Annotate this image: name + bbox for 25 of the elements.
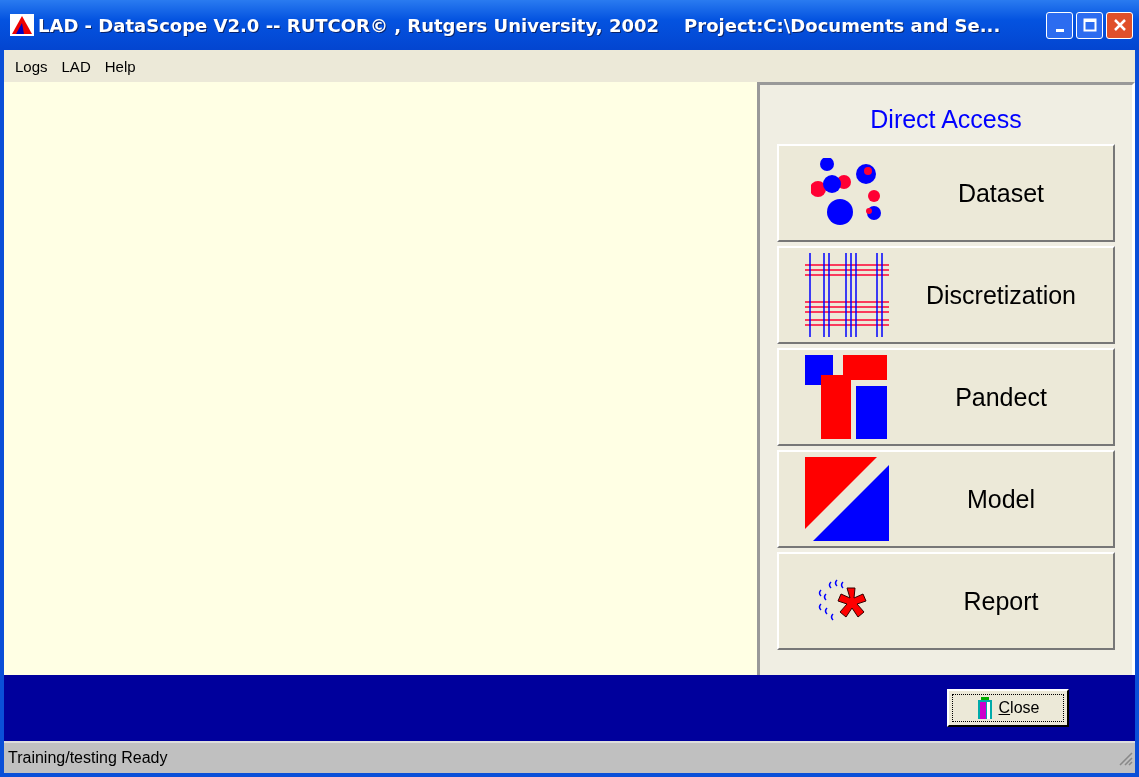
triangle-logo-icon (10, 14, 34, 36)
access-button[interactable]: Dataset (777, 144, 1115, 242)
split-square-icon (805, 457, 889, 541)
resize-grip-icon (1117, 750, 1133, 766)
dots-icon (811, 158, 883, 228)
access-button[interactable]: Discretization (777, 246, 1115, 344)
close-icon (1112, 18, 1127, 32)
window-title: LAD - DataScope V2.0 -- RUTCOR© , Rutgers University, 2002 Project:C:\Documents and Se... (38, 14, 1002, 36)
menu-item[interactable]: Help (97, 57, 143, 75)
access-button[interactable]: Report (777, 552, 1115, 650)
status-text: Training/testing Ready (8, 749, 168, 767)
close-button[interactable]: Close (947, 689, 1069, 727)
door-icon (976, 697, 993, 719)
maximize-button[interactable] (1076, 11, 1103, 39)
panel-title: Direct Access (870, 105, 1022, 134)
access-button[interactable]: Pandect (777, 348, 1115, 446)
blocks-icon (805, 355, 889, 439)
menu-item[interactable]: Logs (8, 57, 55, 75)
minimize-icon (1055, 28, 1064, 32)
access-button[interactable]: Model (777, 450, 1115, 548)
menu-item[interactable]: LAD (54, 57, 98, 75)
grid-icon (805, 253, 889, 337)
maximize-icon (1082, 18, 1097, 32)
minimize-button[interactable] (1046, 11, 1073, 39)
close-button[interactable] (1106, 11, 1133, 39)
